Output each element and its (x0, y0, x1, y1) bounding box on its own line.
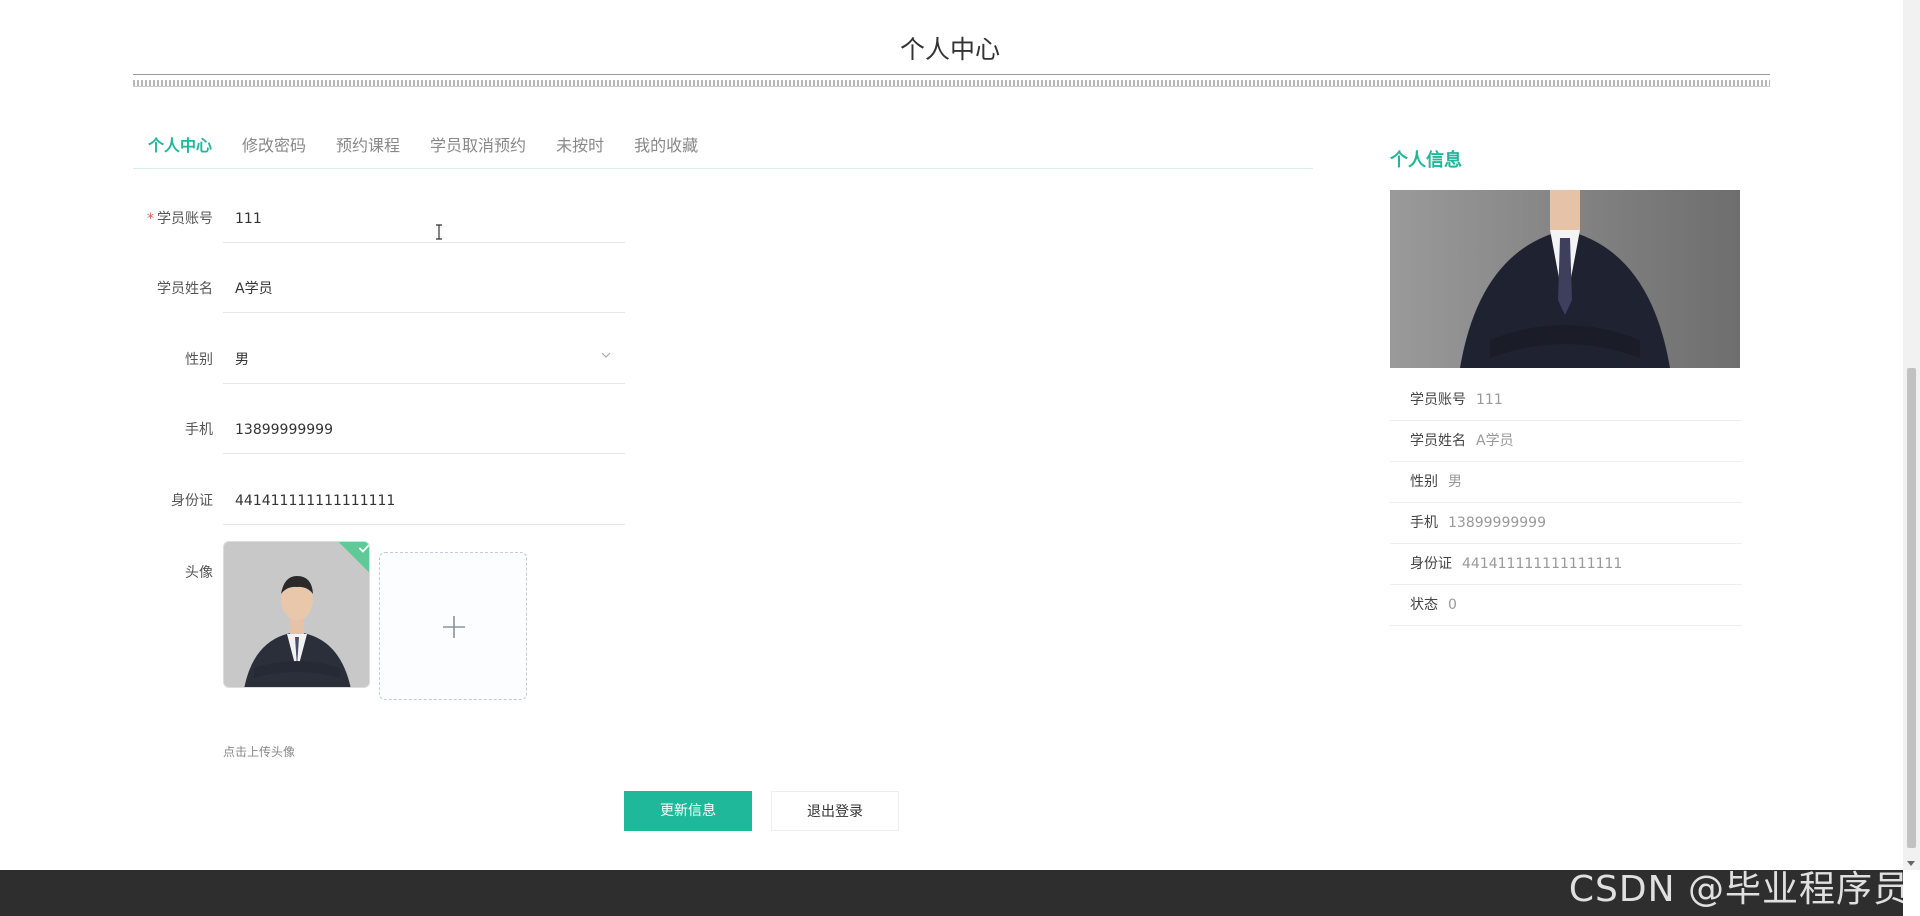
update-info-button[interactable]: 更新信息 (624, 791, 752, 831)
tab-book-course[interactable]: 预约课程 (321, 133, 415, 169)
info-item-status: 状态 0 (1390, 585, 1742, 626)
name-label: 学员姓名 (157, 281, 213, 297)
scrollbar-thumb[interactable] (1907, 368, 1916, 848)
phone-label: 手机 (185, 422, 213, 438)
tab-cancel-booking[interactable]: 学员取消预约 (415, 133, 541, 169)
page-scrollbar[interactable] (1903, 0, 1920, 870)
gender-value: 男 (235, 352, 249, 368)
info-photo (1390, 190, 1740, 368)
page-title: 个人中心 (899, 35, 1000, 64)
logout-button[interactable]: 退出登录 (771, 791, 899, 831)
info-item-name: 学员姓名 A学员 (1390, 421, 1742, 462)
plus-icon (443, 616, 465, 638)
avatar-upload-button[interactable] (379, 552, 527, 700)
profile-tabs: 个人中心 修改密码 预约课程 学员取消预约 未按时 我的收藏 (133, 133, 1313, 169)
phone-row: 手机 13899999999 (133, 414, 625, 462)
info-item-account: 学员账号 111 (1390, 380, 1742, 421)
watermark: CSDN @毕业程序员 (1568, 869, 1910, 910)
info-item-gender: 性别男 (1390, 462, 1742, 503)
gender-row: 性别 男 (133, 344, 625, 392)
account-label: * 学员账号 (147, 211, 213, 227)
title-decoration-line (133, 86, 1770, 87)
avatar-image (224, 542, 369, 687)
tab-favorites[interactable]: 我的收藏 (619, 133, 713, 169)
gender-label: 性别 (185, 352, 213, 368)
upload-hint: 点击上传头像 (223, 745, 296, 759)
text-cursor-icon (436, 224, 442, 240)
idcard-input[interactable]: 441411111111111111 (223, 485, 625, 525)
account-row: * 学员账号 111 (133, 203, 625, 251)
idcard-row: 身份证 441411111111111111 (133, 485, 625, 533)
tab-change-password[interactable]: 修改密码 (227, 133, 321, 169)
gender-select[interactable]: 男 (223, 344, 625, 384)
avatar-thumbnail[interactable] (223, 541, 370, 688)
idcard-label: 身份证 (171, 493, 213, 509)
required-mark: * (147, 211, 154, 227)
profile-photo (1390, 190, 1740, 368)
avatar-label: 头像 (185, 565, 213, 581)
info-panel-title: 个人信息 (1390, 150, 1462, 171)
info-item-phone: 手机 13899999999 (1390, 503, 1742, 544)
info-list: 学员账号 111 学员姓名 A学员 性别男 手机 13899999999 身份证 441… (1390, 380, 1742, 626)
name-row: 学员姓名 A学员 (133, 273, 625, 321)
name-input[interactable]: A学员 (223, 273, 625, 313)
title-divider (133, 74, 1770, 75)
account-input[interactable]: 111 (223, 203, 625, 243)
info-item-idcard: 身份证 441411111111111111 (1390, 544, 1742, 585)
chevron-down-icon (601, 352, 611, 358)
phone-input[interactable]: 13899999999 (223, 414, 625, 454)
tab-personal-center[interactable]: 个人中心 (133, 133, 227, 169)
check-icon (358, 543, 369, 553)
tab-late[interactable]: 未按时 (541, 133, 619, 169)
